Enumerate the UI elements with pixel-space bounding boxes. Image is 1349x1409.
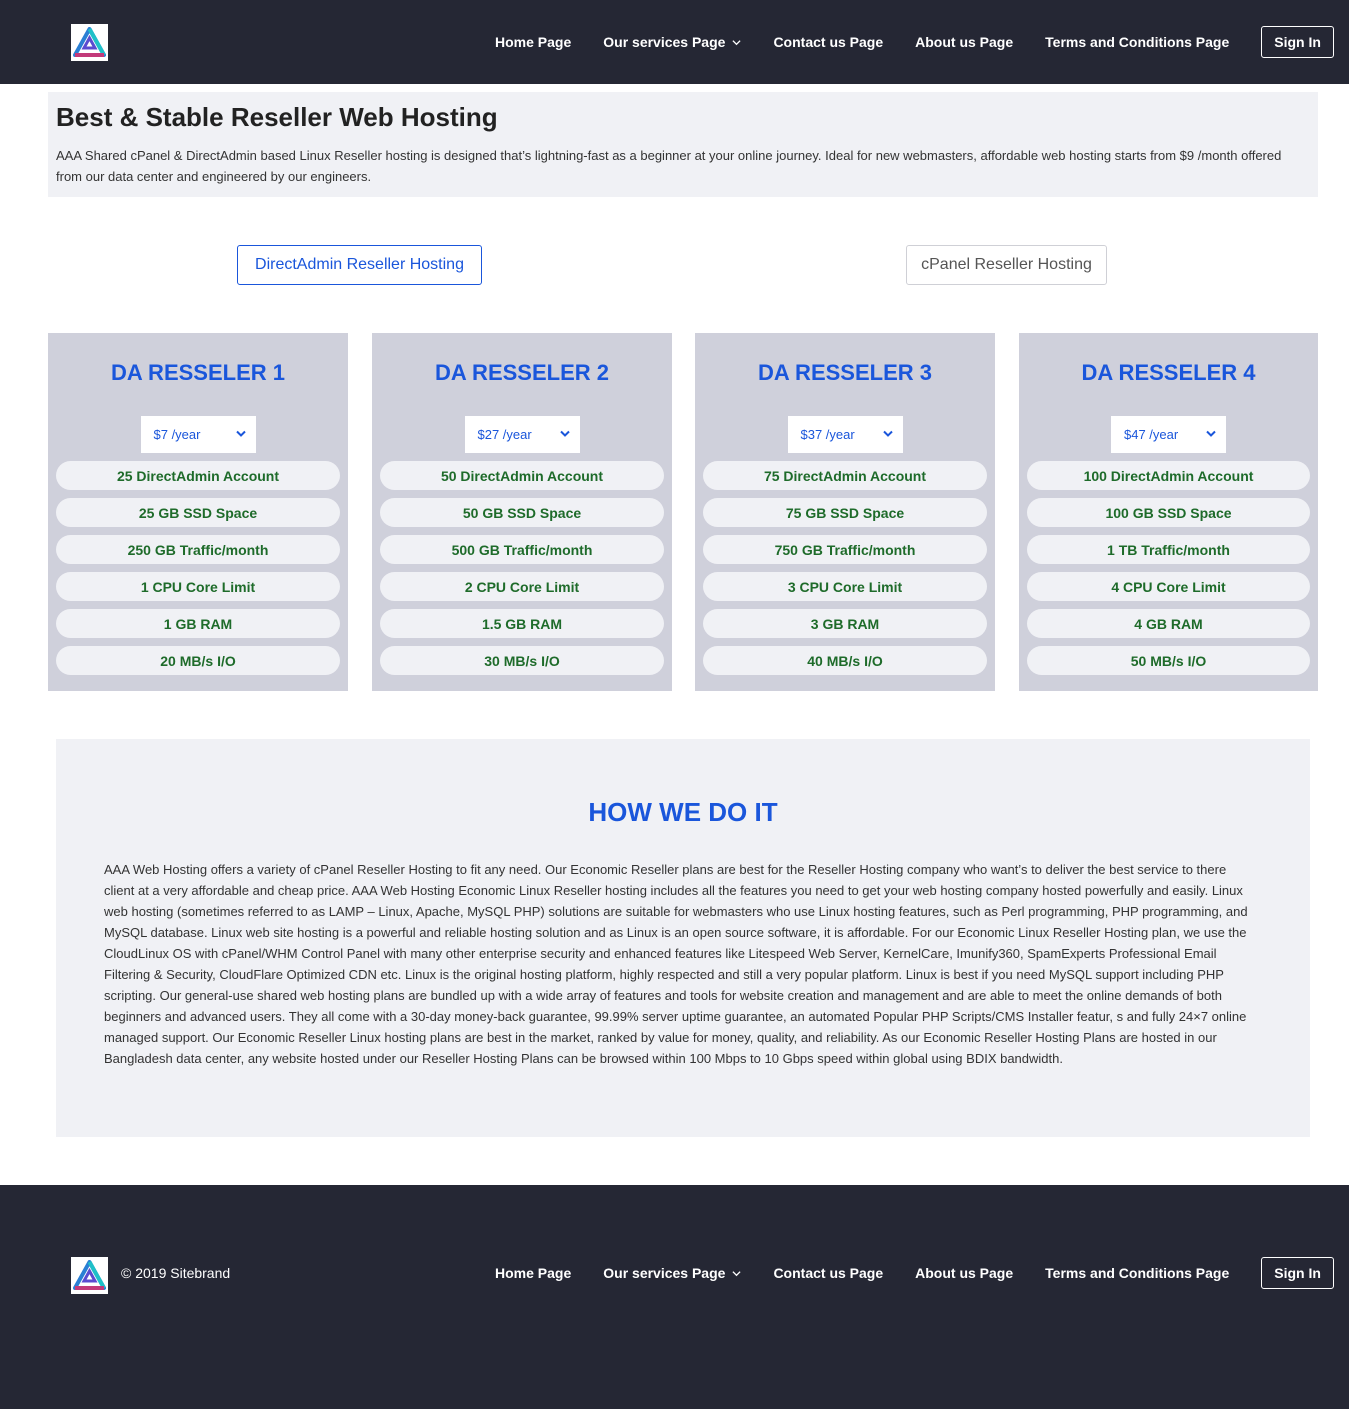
feature-item: 50 DirectAdmin Account <box>380 461 664 490</box>
feature-item: 40 MB/s I/O <box>703 646 987 675</box>
how-we-do-it-section: HOW WE DO IT AAA Web Hosting offers a va… <box>56 739 1310 1137</box>
plan-card-1: DA RESSELER 1 $7 /year 25 DirectAdmin Ac… <box>48 333 348 691</box>
plan-card-2: DA RESSELER 2 $27 /year 50 DirectAdmin A… <box>372 333 672 691</box>
price-select[interactable]: $37 /year <box>787 416 903 453</box>
price-select[interactable]: $7 /year <box>140 416 256 453</box>
how-text: AAA Web Hosting offers a variety of cPan… <box>104 862 1248 1066</box>
plan-title: DA RESSELER 2 <box>434 360 609 385</box>
footer-nav-terms-label: Terms and Conditions Page <box>1045 1265 1230 1281</box>
feature-item: 3 CPU Core Limit <box>703 572 987 601</box>
chevron-down-icon <box>732 1270 742 1276</box>
tab-cpanel[interactable]: cPanel Reseller Hosting <box>906 245 1107 285</box>
footer: © 2019 Sitebrand Home Page Our services … <box>0 1185 1349 1409</box>
plan-title: DA RESSELER 1 <box>110 360 285 385</box>
price-select-value: $7 /year <box>153 427 201 442</box>
nav-terms-label: Terms and Conditions Page <box>1045 34 1230 50</box>
nav-home[interactable]: Home Page <box>495 34 571 50</box>
price-select-value: $37 /year <box>800 427 855 442</box>
plan-card-3: DA RESSELER 3 $37 /year 75 DirectAdmin A… <box>695 333 995 691</box>
feature-list: 50 DirectAdmin Account 50 GB SSD Space 5… <box>372 461 672 675</box>
feature-item: 500 GB Traffic/month <box>380 535 664 564</box>
feature-item: 2 CPU Core Limit <box>380 572 664 601</box>
chevron-down-icon <box>732 39 742 45</box>
feature-item: 4 CPU Core Limit <box>1027 572 1310 601</box>
footer-logo[interactable] <box>71 1257 108 1294</box>
feature-item: 50 MB/s I/O <box>1027 646 1310 675</box>
plan-card-4: DA RESSELER 4 $47 /year 100 DirectAdmin … <box>1019 333 1318 691</box>
plan-title: DA RESSELER 3 <box>757 360 932 385</box>
footer-nav: Home Page Our services Page Contact us P… <box>495 1257 1334 1289</box>
main-nav: Home Page Our services Page Contact us P… <box>495 26 1334 58</box>
intro-section: Best & Stable Reseller Web Hosting AAA S… <box>48 92 1318 197</box>
footer-nav-contact-label: Contact us Page <box>773 1265 884 1281</box>
footer-nav-about[interactable]: About us Page <box>915 1265 1013 1281</box>
price-select[interactable]: $47 /year <box>1111 416 1226 453</box>
tab-directadmin[interactable]: DirectAdmin Reseller Hosting <box>237 245 482 285</box>
chevron-down-icon <box>559 430 570 437</box>
logo-icon <box>73 1260 106 1290</box>
nav-terms[interactable]: Terms and Conditions Page <box>1045 34 1229 50</box>
feature-list: 75 DirectAdmin Account 75 GB SSD Space 7… <box>695 461 995 675</box>
nav-about[interactable]: About us Page <box>915 34 1013 50</box>
footer-nav-terms[interactable]: Terms and Conditions Page <box>1045 1265 1229 1281</box>
feature-item: 100 GB SSD Space <box>1027 498 1310 527</box>
feature-item: 1 TB Traffic/month <box>1027 535 1310 564</box>
footer-signin-button[interactable]: Sign In <box>1261 1257 1334 1289</box>
chevron-down-icon <box>882 430 893 437</box>
nav-home-label: Home Page <box>495 34 572 50</box>
price-select-value: $47 /year <box>1124 427 1179 442</box>
footer-nav-services-label: Our services Page <box>603 1265 726 1281</box>
feature-list: 100 DirectAdmin Account 100 GB SSD Space… <box>1019 461 1318 675</box>
plan-title: DA RESSELER 4 <box>1081 360 1256 385</box>
feature-item: 250 GB Traffic/month <box>56 535 340 564</box>
intro-text: AAA Shared cPanel & DirectAdmin based Li… <box>56 148 1282 184</box>
feature-item: 75 DirectAdmin Account <box>703 461 987 490</box>
footer-nav-home[interactable]: Home Page <box>495 1265 571 1281</box>
chevron-down-icon <box>1206 430 1216 437</box>
feature-item: 4 GB RAM <box>1027 609 1310 638</box>
how-title: HOW WE DO IT <box>588 797 778 827</box>
footer-nav-contact[interactable]: Contact us Page <box>773 1265 883 1281</box>
feature-item: 25 GB SSD Space <box>56 498 340 527</box>
nav-contact[interactable]: Contact us Page <box>773 34 883 50</box>
feature-item: 750 GB Traffic/month <box>703 535 987 564</box>
feature-item: 1.5 GB RAM <box>380 609 664 638</box>
feature-item: 75 GB SSD Space <box>703 498 987 527</box>
feature-item: 100 DirectAdmin Account <box>1027 461 1310 490</box>
price-select-value: $27 /year <box>477 427 532 442</box>
chevron-down-icon <box>235 430 246 437</box>
nav-contact-label: Contact us Page <box>773 34 884 50</box>
footer-nav-about-label: About us Page <box>915 1265 1014 1281</box>
top-navbar: Home Page Our services Page Contact us P… <box>0 0 1349 84</box>
feature-item: 25 DirectAdmin Account <box>56 461 340 490</box>
page-title: Best & Stable Reseller Web Hosting <box>56 102 498 132</box>
nav-about-label: About us Page <box>915 34 1014 50</box>
feature-list: 25 DirectAdmin Account 25 GB SSD Space 2… <box>48 461 348 675</box>
copyright-text: © 2019 Sitebrand <box>121 1265 231 1281</box>
nav-services-label: Our services Page <box>603 34 726 50</box>
price-select[interactable]: $27 /year <box>464 416 580 453</box>
feature-item: 50 GB SSD Space <box>380 498 664 527</box>
feature-item: 30 MB/s I/O <box>380 646 664 675</box>
site-logo[interactable] <box>71 24 108 61</box>
footer-nav-services[interactable]: Our services Page <box>603 1265 742 1281</box>
logo-icon <box>73 27 106 57</box>
feature-item: 3 GB RAM <box>703 609 987 638</box>
signin-button[interactable]: Sign In <box>1261 26 1334 58</box>
nav-services[interactable]: Our services Page <box>603 34 742 50</box>
feature-item: 1 CPU Core Limit <box>56 572 340 601</box>
feature-item: 1 GB RAM <box>56 609 340 638</box>
footer-nav-home-label: Home Page <box>495 1265 572 1281</box>
feature-item: 20 MB/s I/O <box>56 646 340 675</box>
